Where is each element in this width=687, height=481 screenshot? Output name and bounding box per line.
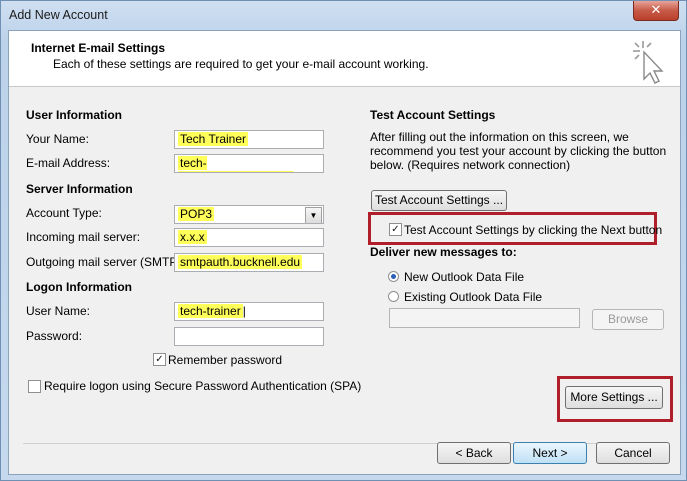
test-description-line-1: After filling out the information on thi… [370,130,629,144]
spa-checkbox[interactable] [28,380,41,393]
user-info-heading: User Information [26,108,123,122]
your-name-input[interactable]: Tech Trainer [174,130,324,149]
close-button[interactable]: ✕ [633,1,679,21]
logon-info-heading: Logon Information [26,280,132,294]
incoming-server-label: Incoming mail server: [26,230,141,244]
account-type-select[interactable]: POP3 ▼ [174,205,324,224]
server-info-heading: Server Information [26,182,133,196]
account-type-label: Account Type: [26,206,102,220]
existing-data-file-radio[interactable] [388,291,399,302]
header-title: Internet E-mail Settings [31,41,166,55]
deliver-heading: Deliver new messages to: [370,245,517,259]
email-label: E-mail Address: [26,156,111,170]
test-account-settings-button[interactable]: Test Account Settings ... [371,190,507,211]
username-label: User Name: [26,304,91,318]
new-data-file-label: New Outlook Data File [404,270,525,284]
incoming-server-input[interactable]: x.x.x [174,228,324,247]
close-icon: ✕ [650,2,662,17]
password-label: Password: [26,329,83,343]
test-on-next-checkbox[interactable]: ✓ [389,223,402,236]
spa-label: Require logon using Secure Password Auth… [44,379,362,393]
window-title: Add New Account [9,8,108,22]
next-button[interactable]: Next > [513,442,587,464]
title-bar[interactable]: Add New Account ✕ [1,1,686,29]
back-button[interactable]: < Back [437,442,511,464]
outgoing-server-input[interactable]: smtpauth.bucknell.edu [174,253,324,272]
test-description-line-3: below. (Requires network connection) [370,158,571,172]
header-subtitle: Each of these settings are required to g… [53,57,429,71]
test-on-next-label: Test Account Settings by clicking the Ne… [404,223,663,237]
password-input[interactable] [174,327,324,346]
cursor-click-icon [633,41,664,84]
browse-button[interactable]: Browse [592,309,664,330]
cancel-button[interactable]: Cancel [596,442,670,464]
check-icon: ✓ [155,354,164,365]
dialog-window: Add New Account ✕ Internet E-mail Settin… [0,0,687,481]
test-settings-heading: Test Account Settings [370,108,496,122]
email-input[interactable]: tech-trainer@bucknell.edu [174,154,324,173]
test-description-line-2: recommend you test your account by click… [370,144,667,158]
chevron-down-icon[interactable]: ▼ [305,207,322,223]
dialog-client: Internet E-mail Settings Each of these s… [8,30,681,475]
remember-password-checkbox[interactable]: ✓ [153,353,166,366]
outgoing-server-label: Outgoing mail server (SMTP): [26,255,185,269]
more-settings-button[interactable]: More Settings ... [565,386,663,409]
existing-data-file-path[interactable] [389,308,580,328]
existing-data-file-label: Existing Outlook Data File [404,290,543,304]
check-icon: ✓ [391,224,400,235]
new-data-file-radio[interactable] [388,271,399,282]
username-input[interactable]: tech-trainer | [174,302,324,321]
wizard-header: Internet E-mail Settings Each of these s… [9,31,680,87]
your-name-label: Your Name: [26,132,89,146]
remember-password-label: Remember password [168,353,283,367]
